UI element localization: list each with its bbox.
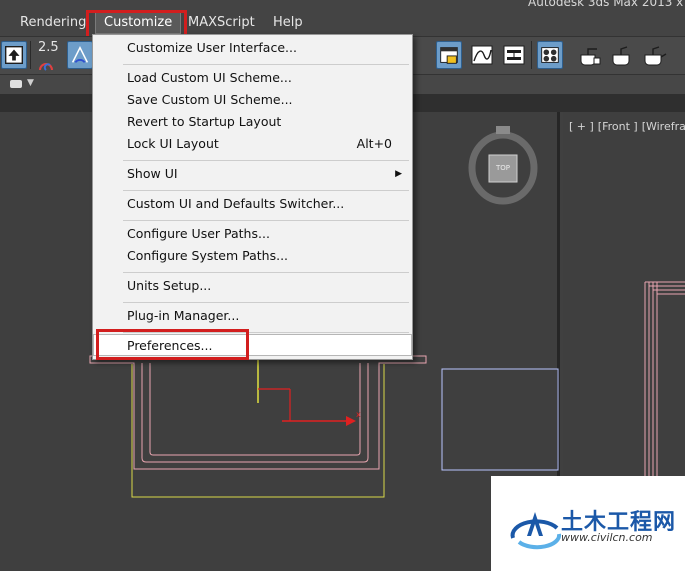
submenu-arrow-icon: ▶	[395, 169, 402, 179]
menu-custom-ui-defaults-switcher[interactable]: Custom UI and Defaults Switcher...	[93, 193, 412, 215]
watermark-url: www.civilcn.com	[561, 531, 653, 544]
menu-customize[interactable]: Customize	[95, 12, 182, 34]
rendered-frame-window-icon[interactable]	[609, 41, 635, 69]
menu-help[interactable]: Help	[273, 12, 303, 34]
menu-save-custom-ui-scheme[interactable]: Save Custom UI Scheme...	[93, 89, 412, 111]
select-object-icon[interactable]	[1, 41, 27, 69]
schematic-view-icon[interactable]	[501, 41, 527, 69]
app-window: Autodesk 3ds Max 2013 x Rendering Custom…	[0, 0, 685, 571]
menu-load-custom-ui-scheme[interactable]: Load Custom UI Scheme...	[93, 67, 412, 89]
menu-lock-ui-layout[interactable]: Lock UI Layout Alt+0	[93, 133, 412, 155]
menu-rendering[interactable]: Rendering	[20, 12, 86, 34]
scene-explorer-icon[interactable]	[436, 41, 462, 69]
menu-configure-system-paths[interactable]: Configure System Paths...	[93, 245, 412, 267]
app-title: Autodesk 3ds Max 2013 x	[528, 0, 684, 9]
curve-editor-icon[interactable]	[469, 41, 495, 69]
menu-bar: Autodesk 3ds Max 2013 x Rendering Custom…	[0, 0, 685, 36]
customize-dropdown-menu: Customize User Interface... Load Custom …	[92, 34, 413, 360]
percent-snap-icon[interactable]	[36, 57, 64, 71]
menu-maxscript[interactable]: MAXScript	[188, 12, 255, 34]
menu-configure-user-paths[interactable]: Configure User Paths...	[93, 223, 412, 245]
render-setup-icon[interactable]	[577, 41, 603, 69]
menu-preferences[interactable]: Preferences...	[93, 334, 412, 356]
svg-text:x: x	[356, 410, 361, 419]
ribbon-toggle-icon[interactable]	[10, 80, 22, 88]
menu-show-ui[interactable]: Show UI ▶	[93, 163, 412, 185]
chevron-down-icon[interactable]: ▼	[27, 78, 34, 88]
civilcn-logo-icon	[510, 512, 562, 550]
angle-snap-icon[interactable]	[67, 41, 93, 69]
menu-customize-user-interface[interactable]: Customize User Interface...	[93, 37, 412, 59]
menu-plugin-manager[interactable]: Plug-in Manager...	[93, 305, 412, 327]
watermark: 土木工程网 www.civilcn.com	[491, 476, 685, 571]
snap-value: 2.5	[38, 40, 59, 55]
material-editor-icon[interactable]	[537, 41, 563, 69]
menu-units-setup[interactable]: Units Setup...	[93, 275, 412, 297]
lock-ui-shortcut: Alt+0	[356, 136, 392, 151]
viewcube-face-label[interactable]: TOP	[489, 155, 517, 182]
render-production-icon[interactable]	[642, 41, 668, 69]
menu-revert-to-startup-layout[interactable]: Revert to Startup Layout	[93, 111, 412, 133]
